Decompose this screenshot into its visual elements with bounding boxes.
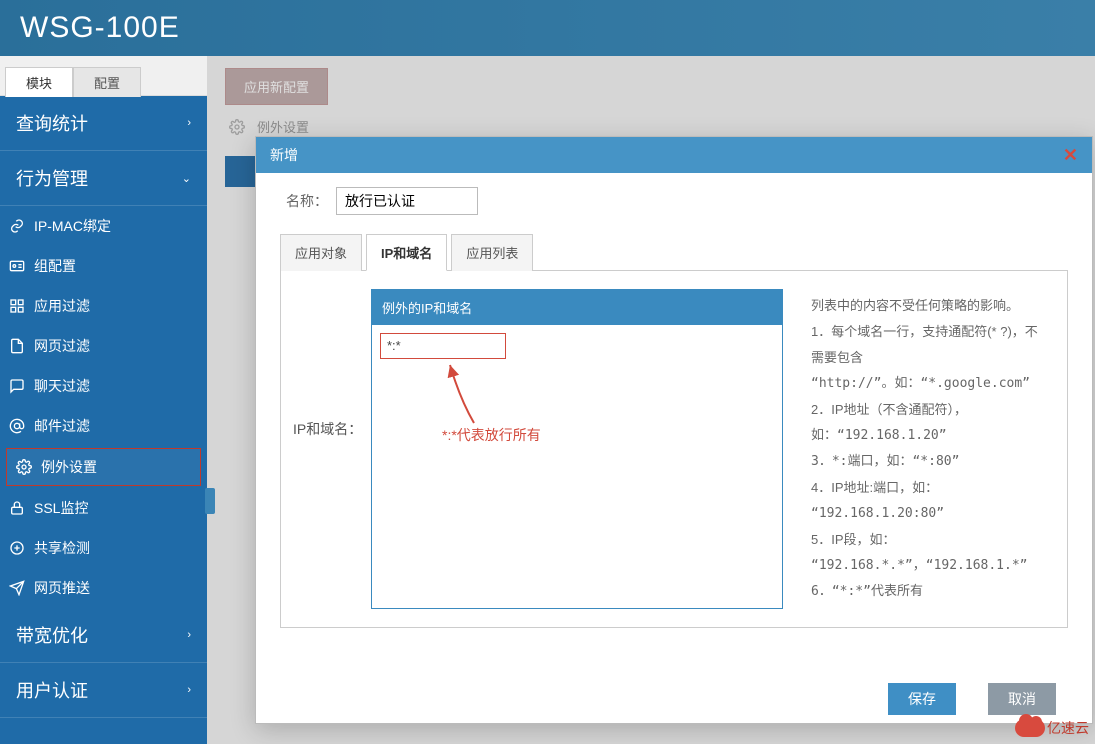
help-line: 1．每个域名一行，支持通配符(* ?)，不需要包含	[811, 319, 1047, 371]
sidebar-item-label: IP-MAC绑定	[34, 216, 111, 236]
domain-box: 例外的IP和域名 *:*代表放行所有	[371, 289, 783, 609]
sidebar-item-mail-filter[interactable]: 邮件过滤	[0, 406, 207, 446]
cloud-icon	[1015, 719, 1045, 737]
at-icon	[8, 417, 26, 435]
sidebar-tab-config[interactable]: 配置	[73, 67, 141, 97]
help-text: 列表中的内容不受任何策略的影响。 1．每个域名一行，支持通配符(* ?)，不需要…	[783, 289, 1055, 609]
sidebar-item-ipmac[interactable]: IP-MAC绑定	[0, 206, 207, 246]
chevron-right-icon: ›	[187, 684, 191, 696]
grid-icon	[8, 297, 26, 315]
domain-box-header: 例外的IP和域名	[372, 290, 782, 325]
help-line: “http://”。如：“*.google.com”	[811, 371, 1047, 397]
sidebar-item-label: 网页过滤	[34, 336, 90, 356]
add-exception-modal: 新增 ✕ 名称： 应用对象 IP和域名 应用列表 IP和域名： 例外的IP和域名	[255, 136, 1093, 724]
page-icon	[8, 337, 26, 355]
chevron-right-icon: ›	[187, 629, 191, 641]
sidebar-item-label: 邮件过滤	[34, 416, 90, 436]
app-header: WSG-100E	[0, 0, 1095, 56]
nav-group-label: 查询统计	[16, 110, 88, 136]
nav-group-label: 用户认证	[16, 677, 88, 703]
sidebar-item-label: 网页推送	[34, 578, 90, 598]
watermark: 亿速云	[1015, 718, 1089, 738]
help-line: 3．*:端口，如：“*:80”	[811, 449, 1047, 475]
cancel-button[interactable]: 取消	[988, 683, 1056, 715]
sidebar-item-label: 聊天过滤	[34, 376, 90, 396]
nav-group-auth[interactable]: 用户认证 ›	[0, 663, 207, 718]
nav-group-bandwidth[interactable]: 带宽优化 ›	[0, 608, 207, 663]
sidebar-item-chat-filter[interactable]: 聊天过滤	[0, 366, 207, 406]
help-line: 6．“*:*”代表所有	[811, 579, 1047, 605]
sidebar: 模块 配置 查询统计 › 行为管理 ⌄ IP-MAC绑定 组配置	[0, 56, 207, 744]
help-line: 4．IP地址:端口，如：	[811, 475, 1047, 501]
nav-items-behavior: IP-MAC绑定 组配置 应用过滤 网页过滤 聊天过滤	[0, 206, 207, 608]
watermark-text: 亿速云	[1047, 718, 1089, 738]
save-button[interactable]: 保存	[888, 683, 956, 715]
modal-title: 新增	[270, 145, 298, 165]
nav-group-label: 带宽优化	[16, 622, 88, 648]
domain-textarea[interactable]	[380, 333, 506, 359]
chat-icon	[8, 377, 26, 395]
help-line: 如：“192.168.1.20”	[811, 423, 1047, 449]
sidebar-item-ssl[interactable]: SSL监控	[0, 488, 207, 528]
sidebar-item-web-filter[interactable]: 网页过滤	[0, 326, 207, 366]
tab-ip-domain[interactable]: IP和域名	[366, 234, 447, 271]
sidebar-collapse-handle[interactable]	[205, 488, 215, 514]
tab-app-object[interactable]: 应用对象	[280, 234, 362, 271]
nav-group-label: 行为管理	[16, 165, 88, 191]
sidebar-item-app-filter[interactable]: 应用过滤	[0, 286, 207, 326]
chevron-down-icon: ⌄	[182, 172, 191, 185]
link-icon	[8, 217, 26, 235]
tab-content: IP和域名： 例外的IP和域名 *:*代表	[280, 271, 1068, 628]
sidebar-item-label: 共享检测	[34, 538, 90, 558]
gear-icon	[15, 458, 33, 476]
modal-body: 名称： 应用对象 IP和域名 应用列表 IP和域名： 例外的IP和域名	[256, 173, 1092, 675]
sidebar-item-label: 组配置	[34, 256, 76, 276]
modal-footer: 保存 取消	[256, 675, 1092, 723]
app-title: WSG-100E	[20, 11, 180, 45]
nav-group-behavior[interactable]: 行为管理 ⌄	[0, 151, 207, 206]
sidebar-item-group-config[interactable]: 组配置	[0, 246, 207, 286]
arrow-note: *:*代表放行所有	[442, 425, 541, 445]
arrow-icon	[444, 359, 484, 429]
sidebar-item-label: SSL监控	[34, 498, 88, 518]
share-icon	[8, 539, 26, 557]
help-line: “192.168.*.*”，“192.168.1.*”	[811, 553, 1047, 579]
name-label: 名称：	[280, 191, 328, 211]
help-line: 2．IP地址（不含通配符），	[811, 397, 1047, 423]
sidebar-item-web-push[interactable]: 网页推送	[0, 568, 207, 608]
modal-tabs: 应用对象 IP和域名 应用列表	[280, 233, 1068, 271]
sidebar-item-label: 例外设置	[41, 457, 97, 477]
modal-header: 新增 ✕	[256, 137, 1092, 173]
sidebar-tabs: 模块 配置	[0, 56, 207, 96]
chevron-right-icon: ›	[187, 117, 191, 129]
tab-app-list[interactable]: 应用列表	[451, 234, 533, 271]
nav-group-query[interactable]: 查询统计 ›	[0, 96, 207, 151]
ip-domain-label: IP和域名：	[293, 289, 371, 609]
help-line: 5．IP段，如：	[811, 527, 1047, 553]
lock-icon	[8, 499, 26, 517]
sidebar-nav: 查询统计 › 行为管理 ⌄ IP-MAC绑定 组配置 应用过滤	[0, 96, 207, 744]
help-line: 列表中的内容不受任何策略的影响。	[811, 293, 1047, 319]
sidebar-item-share-detect[interactable]: 共享检测	[0, 528, 207, 568]
sidebar-item-exception[interactable]: 例外设置	[6, 448, 201, 486]
idcard-icon	[8, 257, 26, 275]
send-icon	[8, 579, 26, 597]
help-line: “192.168.1.20:80”	[811, 501, 1047, 527]
sidebar-tab-module[interactable]: 模块	[5, 67, 73, 97]
name-input[interactable]	[336, 187, 478, 215]
domain-area: *:*代表放行所有	[372, 325, 782, 370]
sidebar-item-label: 应用过滤	[34, 296, 90, 316]
close-icon[interactable]: ✕	[1063, 145, 1078, 166]
